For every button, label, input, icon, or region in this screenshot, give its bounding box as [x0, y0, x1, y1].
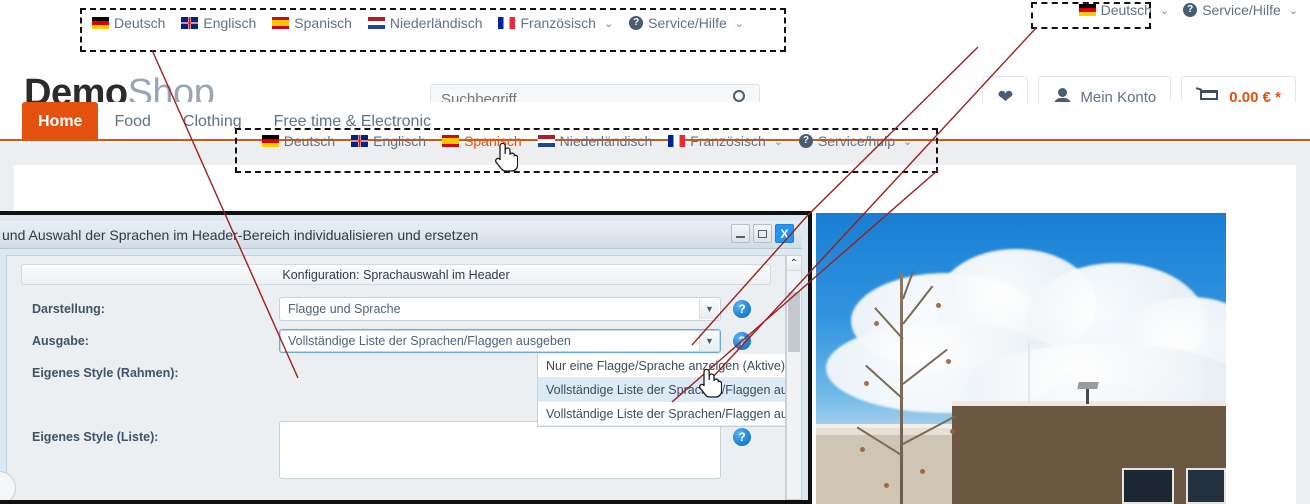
lang-item-deutsch[interactable]: Deutsch — [92, 15, 165, 31]
maximize-button[interactable] — [753, 224, 772, 243]
dropdown-ausgabe-options: Nur eine Flagge/Sprache anzeigen (Aktive… — [537, 354, 785, 427]
chevron-down-icon: ⌄ — [903, 135, 913, 148]
select-ausgabe[interactable]: Vollständige Liste der Sprachen/Flaggen … — [279, 329, 721, 353]
lang-item-spanisch[interactable]: Spanisch — [272, 15, 352, 31]
chevron-down-icon: ⌄ — [1288, 4, 1298, 17]
help-circle-icon: ? — [1183, 3, 1198, 17]
scroll-up-button[interactable]: ⌃ — [787, 256, 801, 271]
france-flag-icon — [498, 17, 516, 29]
inline-lang-item-englisch[interactable]: Englisch — [351, 133, 426, 149]
lang-item-franzoesisch[interactable]: Französisch ⌄ — [498, 15, 613, 31]
lang-label: Englisch — [373, 133, 427, 149]
nav-item-food[interactable]: Food — [98, 102, 166, 141]
help-circle-icon: ? — [798, 134, 813, 148]
service-label: Service/hulp — [817, 133, 895, 149]
maximize-icon — [758, 229, 767, 238]
top-right-service-menu[interactable]: ? Service/Hilfe ⌄ — [1183, 2, 1298, 18]
select-darstellung[interactable]: Flagge und Sprache ▼ — [279, 297, 721, 321]
spain-flag-icon — [442, 135, 460, 147]
tree-silhouette — [850, 254, 970, 504]
close-button[interactable]: X — [775, 224, 794, 243]
inline-lang-item-spanisch[interactable]: Spanisch — [442, 133, 522, 149]
inline-language-bar: Deutsch Englisch Spanisch Niederländisch… — [236, 128, 938, 173]
label-style-liste: Eigenes Style (Liste): — [32, 430, 159, 444]
field-row-darstellung: Darstellung: Flagge und Sprache ▼ ? — [21, 297, 771, 329]
germany-flag-icon — [92, 17, 109, 29]
minimize-button[interactable] — [731, 224, 750, 243]
help-icon-ausgabe[interactable]: ? — [733, 332, 751, 350]
label-style-rahmen: Eigenes Style (Rahmen): — [32, 366, 179, 380]
hero-image — [816, 213, 1226, 504]
france-flag-icon — [668, 135, 686, 147]
dropdown-option-full-list-clickable[interactable]: Vollständige Liste der Sprachen/Flaggen … — [538, 402, 785, 426]
spain-flag-icon — [272, 17, 290, 29]
service-label: Service/Hilfe — [648, 15, 727, 31]
dropdown-option-full-list[interactable]: Vollständige Liste der Sprachen/Flaggen … — [538, 378, 785, 402]
lang-label: Niederländisch — [559, 133, 653, 149]
inline-lang-item-deutsch[interactable]: Deutsch — [261, 133, 336, 149]
top-bar-service-menu[interactable]: ? Service/Hilfe ⌄ — [629, 15, 744, 31]
lang-label: Spanisch — [294, 15, 352, 31]
lang-label: Deutsch — [114, 15, 166, 31]
help-circle-icon: ? — [629, 16, 644, 30]
inline-service-menu[interactable]: ? Service/hulp ⌄ — [798, 133, 913, 149]
scrollbar-thumb[interactable] — [788, 292, 800, 352]
uk-flag-icon — [351, 135, 369, 147]
field-row-style-liste: Eigenes Style (Liste): ? — [21, 421, 771, 497]
dialog-body: Konfiguration: Sprachauswahl im Header D… — [6, 255, 786, 500]
lang-label: Spanisch — [464, 133, 522, 149]
textarea-style-liste[interactable] — [279, 421, 721, 479]
minimize-icon — [736, 235, 745, 238]
chevron-down-icon[interactable]: ▼ — [699, 299, 719, 319]
help-icon-style-liste[interactable]: ? — [733, 428, 751, 446]
lang-item-niederlaendisch[interactable]: Niederländisch — [367, 15, 483, 31]
search-icon — [733, 90, 745, 102]
top-right-language-label: Deutsch — [1100, 2, 1152, 18]
chevron-down-icon: ⌄ — [1159, 4, 1170, 17]
chevron-down-icon[interactable]: ▼ — [699, 331, 719, 351]
lang-label: Französisch — [520, 15, 596, 31]
chevron-down-icon: ⌄ — [734, 17, 744, 30]
netherlands-flag-icon — [537, 135, 555, 147]
chevron-down-icon: ⌄ — [603, 17, 614, 30]
germany-flag-icon — [1078, 4, 1096, 16]
window-controls: X — [731, 224, 794, 243]
section-header-header-config: Konfiguration: Sprachauswahl im Header — [21, 264, 771, 285]
label-ausgabe: Ausgabe: — [32, 334, 89, 348]
lang-label: Französisch — [690, 133, 766, 149]
inline-lang-item-niederlaendisch[interactable]: Niederländisch — [537, 133, 653, 149]
select-darstellung-value: Flagge und Sprache — [288, 302, 401, 316]
netherlands-flag-icon — [367, 17, 385, 29]
label-darstellung: Darstellung: — [32, 302, 105, 316]
lang-item-englisch[interactable]: Englisch — [181, 15, 256, 31]
uk-flag-icon — [181, 17, 199, 29]
nav-item-home[interactable]: Home — [22, 102, 99, 141]
dialog-title: und Auswahl der Sprachen im Header-Berei… — [2, 226, 479, 243]
config-dialog-window: und Auswahl der Sprachen im Header-Berei… — [0, 211, 812, 504]
help-icon-darstellung[interactable]: ? — [733, 300, 751, 318]
select-ausgabe-value: Vollständige Liste der Sprachen/Flaggen … — [288, 334, 571, 348]
lang-label: Niederländisch — [389, 15, 483, 31]
dialog-titlebar[interactable]: und Auswahl der Sprachen im Header-Berei… — [0, 221, 802, 249]
germany-flag-icon — [261, 135, 279, 147]
close-icon: X — [780, 226, 789, 241]
dropdown-option-single-flag[interactable]: Nur eine Flagge/Sprache anzeigen (Aktive… — [538, 354, 785, 378]
dialog-scrollbar[interactable]: ⌃ — [786, 255, 802, 500]
lang-label: Deutsch — [283, 133, 336, 149]
inline-lang-item-franzoesisch[interactable]: Französisch ⌄ — [668, 133, 783, 149]
chevron-down-icon: ⌄ — [773, 135, 783, 148]
store-header: DemoShop ❤ Mein Konto 0,00 € * — [0, 34, 1310, 118]
top-right-language-selector[interactable]: Deutsch ⌄ — [1078, 2, 1170, 18]
lang-label: Englisch — [203, 15, 257, 31]
field-row-ausgabe: Ausgabe: Vollständige Liste der Sprachen… — [21, 329, 785, 427]
top-right-service-label: Service/Hilfe — [1202, 2, 1281, 18]
